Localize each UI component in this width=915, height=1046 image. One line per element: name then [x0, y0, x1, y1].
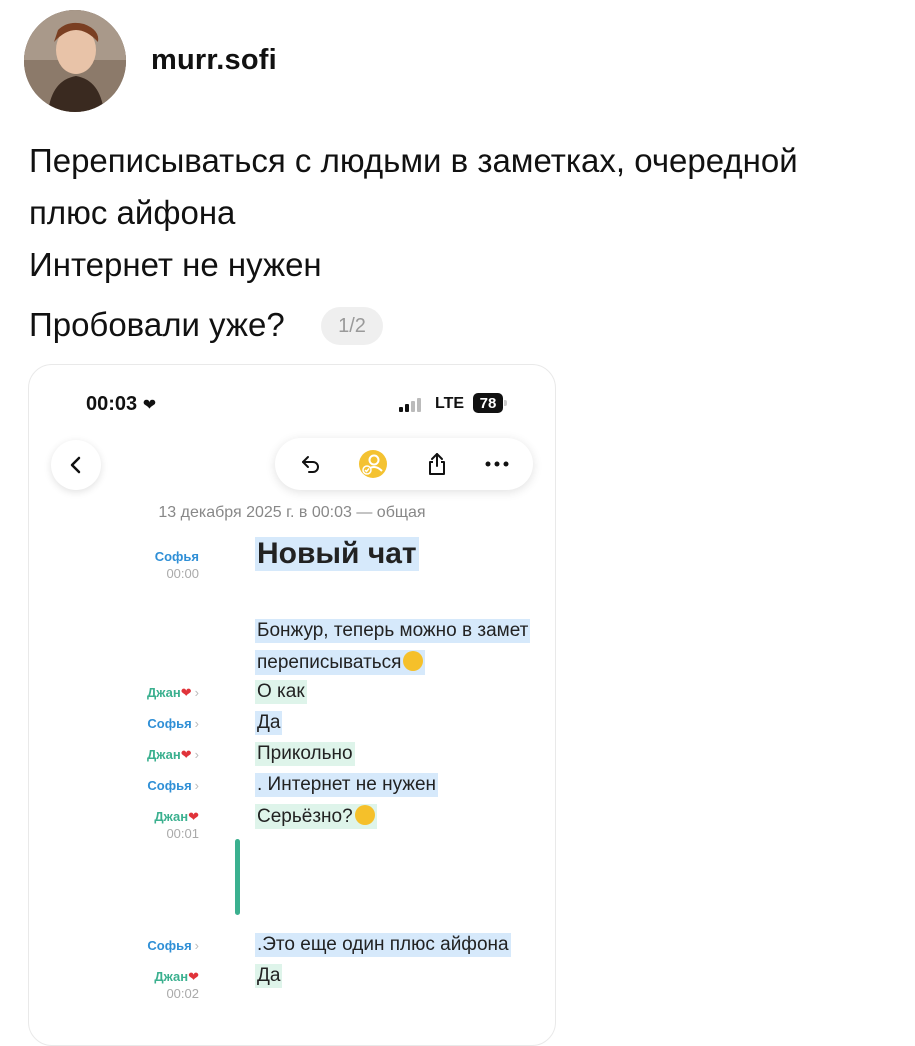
share-icon — [429, 453, 445, 475]
laughing-emoji — [403, 651, 424, 671]
username[interactable]: murr.sofi — [151, 44, 277, 77]
chevron-right-icon: › — [194, 747, 199, 762]
share-button[interactable] — [411, 438, 463, 490]
signal-icon — [399, 398, 421, 412]
note-meta: 13 декабря 2025 г. в 00:03 — общая — [158, 504, 426, 521]
author-name: Софья — [147, 778, 192, 793]
message-7: .Это еще один плюс айфона — [255, 933, 511, 957]
message-5: . Интернет не нужен — [255, 773, 439, 797]
heart-icon: ❤ — [188, 809, 199, 824]
chevron-right-icon: › — [194, 938, 199, 953]
note-title: Новый чат — [255, 537, 419, 571]
status-time: 00:03 ❤ — [86, 393, 156, 416]
status-time-text: 00:03 — [86, 393, 138, 415]
heart-icon: ❤ — [180, 747, 192, 762]
title-time: 00:00 — [166, 566, 199, 581]
notes-screenshot[interactable]: 00:03 ❤ LTE 78 13 декабря 2025 г. в 00:0… — [28, 364, 556, 1046]
image-counter: 1/2 — [321, 307, 383, 345]
message-time: 00:02 — [166, 986, 199, 1001]
message-text: Да — [257, 965, 281, 986]
avatar[interactable] — [24, 10, 126, 112]
back-button[interactable] — [51, 440, 101, 490]
message-8: Да — [255, 964, 283, 988]
battery-indicator: 78 — [473, 393, 507, 413]
back-chevron-icon — [70, 456, 81, 474]
author-name: Джан — [154, 969, 189, 984]
message-text: Бонжур, теперь можно в замет — [257, 620, 529, 641]
post-text-line-3: Интернет не нужен — [29, 246, 322, 283]
author-jan: Джан❤ — [29, 809, 199, 825]
more-icon — [485, 461, 509, 467]
author-name: Софья — [147, 938, 192, 953]
post-text-line-4: Пробовали уже? — [29, 306, 285, 343]
author-jan: Джан❤ › — [29, 685, 199, 701]
undo-button[interactable] — [285, 438, 337, 490]
author-name: Джан — [147, 747, 181, 762]
change-indicator-bar — [235, 839, 240, 915]
message-4: Прикольно — [255, 742, 355, 766]
collaborate-button[interactable] — [347, 438, 399, 490]
more-button[interactable] — [471, 438, 523, 490]
author-jan: Джан❤ — [29, 969, 199, 985]
author-name: Джан — [147, 685, 181, 700]
post-text-line-2: плюс айфона — [29, 194, 236, 231]
message-text: О как — [257, 681, 305, 702]
collaborate-icon — [359, 450, 387, 478]
message-text: Да — [257, 712, 281, 733]
message-2: О как — [255, 680, 307, 704]
title-author: Софья — [154, 549, 199, 564]
author-sofya: Софья › — [29, 938, 199, 953]
heart-icon: ❤ — [180, 685, 192, 700]
flushed-emoji — [354, 805, 375, 825]
toolbar-pill — [275, 438, 533, 490]
message-6: Серьёзно? — [255, 804, 377, 829]
undo-icon — [302, 456, 319, 473]
network-label: LTE — [435, 395, 465, 412]
author-sofya: Софья › — [29, 778, 199, 793]
message-text: . Интернет не нужен — [257, 774, 437, 795]
message-text: переписываться — [257, 652, 402, 673]
message-0: Бонжур, теперь можно в замет — [255, 619, 531, 643]
chevron-right-icon: › — [194, 685, 199, 700]
post-text-line-1: Переписываться с людьми в заметках, очер… — [29, 142, 798, 179]
message-3: Да — [255, 711, 283, 735]
message-time: 00:01 — [166, 826, 199, 841]
heart-icon: ❤ — [142, 397, 157, 414]
message-text: Прикольно — [257, 743, 353, 764]
chevron-right-icon: › — [194, 716, 199, 731]
heart-icon: ❤ — [188, 969, 199, 984]
message-text: .Это еще один плюс айфона — [257, 934, 509, 955]
message-text: Серьёзно? — [257, 806, 353, 827]
author-name: Джан — [154, 809, 189, 824]
message-1: переписываться — [255, 650, 426, 675]
chevron-right-icon: › — [194, 778, 199, 793]
author-jan: Джан❤ › — [29, 747, 199, 763]
author-sofya: Софья › — [29, 716, 199, 731]
author-name: Софья — [147, 716, 192, 731]
